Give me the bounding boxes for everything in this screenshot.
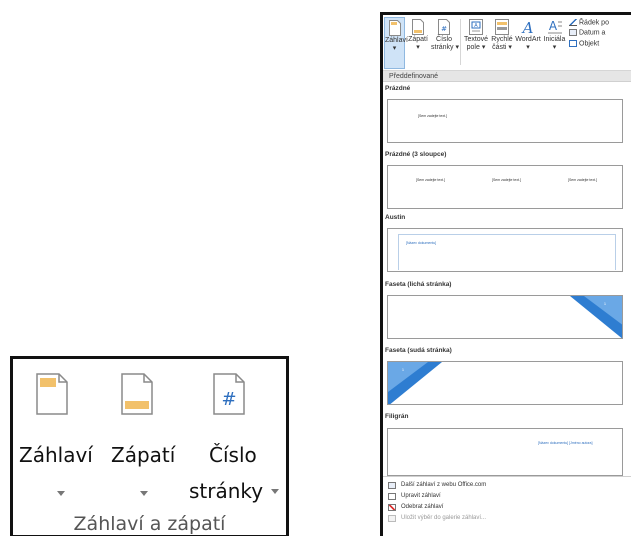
ribbon-date-time-label: Datum a — [579, 29, 606, 37]
ribbon-object-button[interactable]: Objekt — [569, 40, 599, 47]
footer-icon — [412, 19, 424, 35]
gallery-item-austin[interactable]: [Název dokumentu] — [387, 228, 623, 272]
office-web-icon — [388, 482, 396, 489]
drop-cap-icon: A — [547, 19, 562, 34]
gallery-item-facet-even[interactable]: 1 — [387, 361, 623, 405]
header-gallery: Předdefinované Prázdné [Sem zadejte text… — [383, 71, 631, 476]
header-icon — [388, 20, 401, 36]
svg-text:#: # — [221, 389, 236, 410]
header-button-label: Záhlaví — [19, 443, 93, 467]
header-footer-group-zoom: Záhlaví Zápatí # Číslo stránky Záhlaví a… — [10, 356, 289, 536]
ribbon-wordart-label: WordArt — [515, 36, 541, 43]
menu-more-headers-office[interactable]: Další záhlaví z webu Office.com — [383, 480, 631, 491]
footer-button[interactable] — [120, 373, 154, 415]
signature-line-icon — [569, 19, 577, 26]
ribbon-page-number-label: Číslo — [436, 36, 452, 43]
ribbon-wordart-arrow: ▾ — [526, 44, 530, 51]
wordart-icon: A — [521, 19, 534, 35]
page-number-dropdown-arrow[interactable] — [271, 489, 279, 494]
ribbon-footer-button[interactable]: Zápatí ▾ — [407, 17, 429, 69]
gallery-item-title-blank: Prázdné — [385, 85, 411, 92]
placeholder-title-author: [Název dokumentu] [Jméno autora] — [538, 441, 593, 445]
facet-page-number: 1 — [604, 302, 606, 306]
insert-ribbon: Záhlaví ▾ Zápatí ▾ # Číslo stránky ▾ A T… — [383, 15, 631, 71]
ribbon-object-label: Objekt — [579, 40, 600, 48]
svg-text:A: A — [548, 19, 557, 33]
header-dropdown-arrow[interactable] — [57, 491, 65, 496]
placeholder-text-left: [Sem zadejte text.] — [416, 178, 445, 182]
page-number-label-line1: Číslo — [209, 443, 257, 467]
svg-text:#: # — [441, 25, 447, 33]
ribbon-date-time-button[interactable]: Datum a — [569, 29, 605, 36]
gallery-item-title-facet-even: Faseta (sudá stránka) — [385, 347, 452, 354]
placeholder-text-right: [Sem zadejte text.] — [568, 178, 597, 182]
gallery-menu: Další záhlaví z webu Office.com Upravit … — [383, 476, 631, 524]
ribbon-signature-line-label: Řádek po — [579, 19, 609, 27]
svg-text:A: A — [521, 19, 534, 35]
gallery-item-blank-3col[interactable]: [Sem zadejte text.] [Sem zadejte text.] … — [387, 165, 623, 209]
facet-shape — [570, 296, 622, 338]
ribbon-text-box-label: Textové — [463, 36, 489, 43]
section-header-predefined: Předdefinované — [383, 71, 631, 82]
menu-save-selection: Uložit výběr do galerie záhlaví... — [383, 513, 631, 524]
page-number-icon: # — [438, 19, 450, 35]
ribbon-separator — [460, 19, 461, 65]
gallery-item-facet-odd[interactable]: 1 — [387, 295, 623, 339]
ribbon-page-number-arrow: stránky ▾ — [431, 44, 460, 51]
ribbon-page-number-button[interactable]: # Číslo stránky ▾ — [431, 17, 460, 69]
header-button[interactable] — [35, 373, 69, 415]
ribbon-drop-cap-arrow: ▾ — [552, 44, 557, 51]
ribbon-signature-line-button[interactable]: Řádek po — [569, 19, 609, 26]
placeholder-document-title: [Název dokumentu] — [406, 241, 437, 245]
menu-edit-header[interactable]: Upravit záhlaví — [383, 491, 631, 502]
footer-dropdown-arrow[interactable] — [140, 491, 148, 496]
group-label: Záhlaví a zápatí — [73, 513, 226, 535]
facet-page-number: 1 — [402, 368, 404, 372]
ribbon-header-button[interactable]: Záhlaví ▾ — [384, 17, 408, 69]
ribbon-drop-cap-button[interactable]: A Iniciála ▾ — [542, 17, 567, 69]
gallery-item-title-blank-3col: Prázdné (3 sloupce) — [385, 151, 447, 158]
remove-header-icon — [388, 504, 396, 511]
page-number-button[interactable]: # — [212, 373, 246, 415]
ribbon-wordart-button[interactable]: A WordArt ▾ — [515, 17, 541, 69]
menu-edit-header-label: Upravit záhlaví — [401, 493, 441, 499]
ribbon-text-box-arrow: pole ▾ — [466, 44, 486, 51]
gallery-item-title-facet-odd: Faseta (lichá stránka) — [385, 281, 452, 288]
ribbon-drop-cap-label: Iniciála — [543, 36, 566, 43]
menu-more-headers-label: Další záhlaví z webu Office.com — [401, 482, 487, 488]
gallery-item-title-filigree: Filigrán — [385, 413, 409, 420]
date-time-icon — [569, 29, 577, 36]
austin-frame — [398, 234, 616, 270]
page-number-label-line2: stránky — [189, 479, 264, 503]
text-box-icon: A — [469, 19, 483, 35]
ribbon-quick-parts-label: Rychlé — [491, 36, 513, 43]
placeholder-text-center: [Sem zadejte text.] — [492, 178, 521, 182]
save-selection-icon — [388, 515, 396, 522]
header-icon — [36, 373, 68, 415]
header-gallery-panel: Záhlaví ▾ Zápatí ▾ # Číslo stránky ▾ A T… — [380, 12, 631, 536]
footer-icon — [121, 373, 153, 415]
svg-text:A: A — [474, 23, 478, 29]
footer-button-label: Zápatí — [111, 443, 176, 467]
facet-shape — [388, 362, 442, 404]
menu-remove-header-label: Odebrat záhlaví — [401, 504, 444, 510]
gallery-item-filigree[interactable]: [Název dokumentu] [Jméno autora] — [387, 428, 623, 476]
edit-header-icon — [388, 493, 396, 500]
gallery-item-blank[interactable]: [Sem zadejte text.] — [387, 99, 623, 143]
page-number-icon: # — [213, 373, 245, 415]
placeholder-text: [Sem zadejte text.] — [418, 114, 447, 118]
gallery-item-title-austin: Austin — [385, 214, 406, 221]
menu-remove-header[interactable]: Odebrat záhlaví — [383, 502, 631, 513]
ribbon-footer-arrow: ▾ — [416, 44, 420, 51]
menu-save-selection-label: Uložit výběr do galerie záhlaví... — [401, 515, 487, 521]
ribbon-header-arrow: ▾ — [392, 45, 397, 52]
quick-parts-icon — [495, 19, 509, 35]
object-icon — [569, 40, 577, 47]
ribbon-quick-parts-button[interactable]: Rychlé části ▾ — [490, 17, 514, 69]
ribbon-text-box-button[interactable]: A Textové pole ▾ — [463, 17, 489, 69]
ribbon-quick-parts-arrow: části ▾ — [492, 44, 512, 51]
ribbon-header-label: Záhlaví — [385, 37, 408, 44]
ribbon-footer-label: Zápatí — [408, 36, 428, 43]
